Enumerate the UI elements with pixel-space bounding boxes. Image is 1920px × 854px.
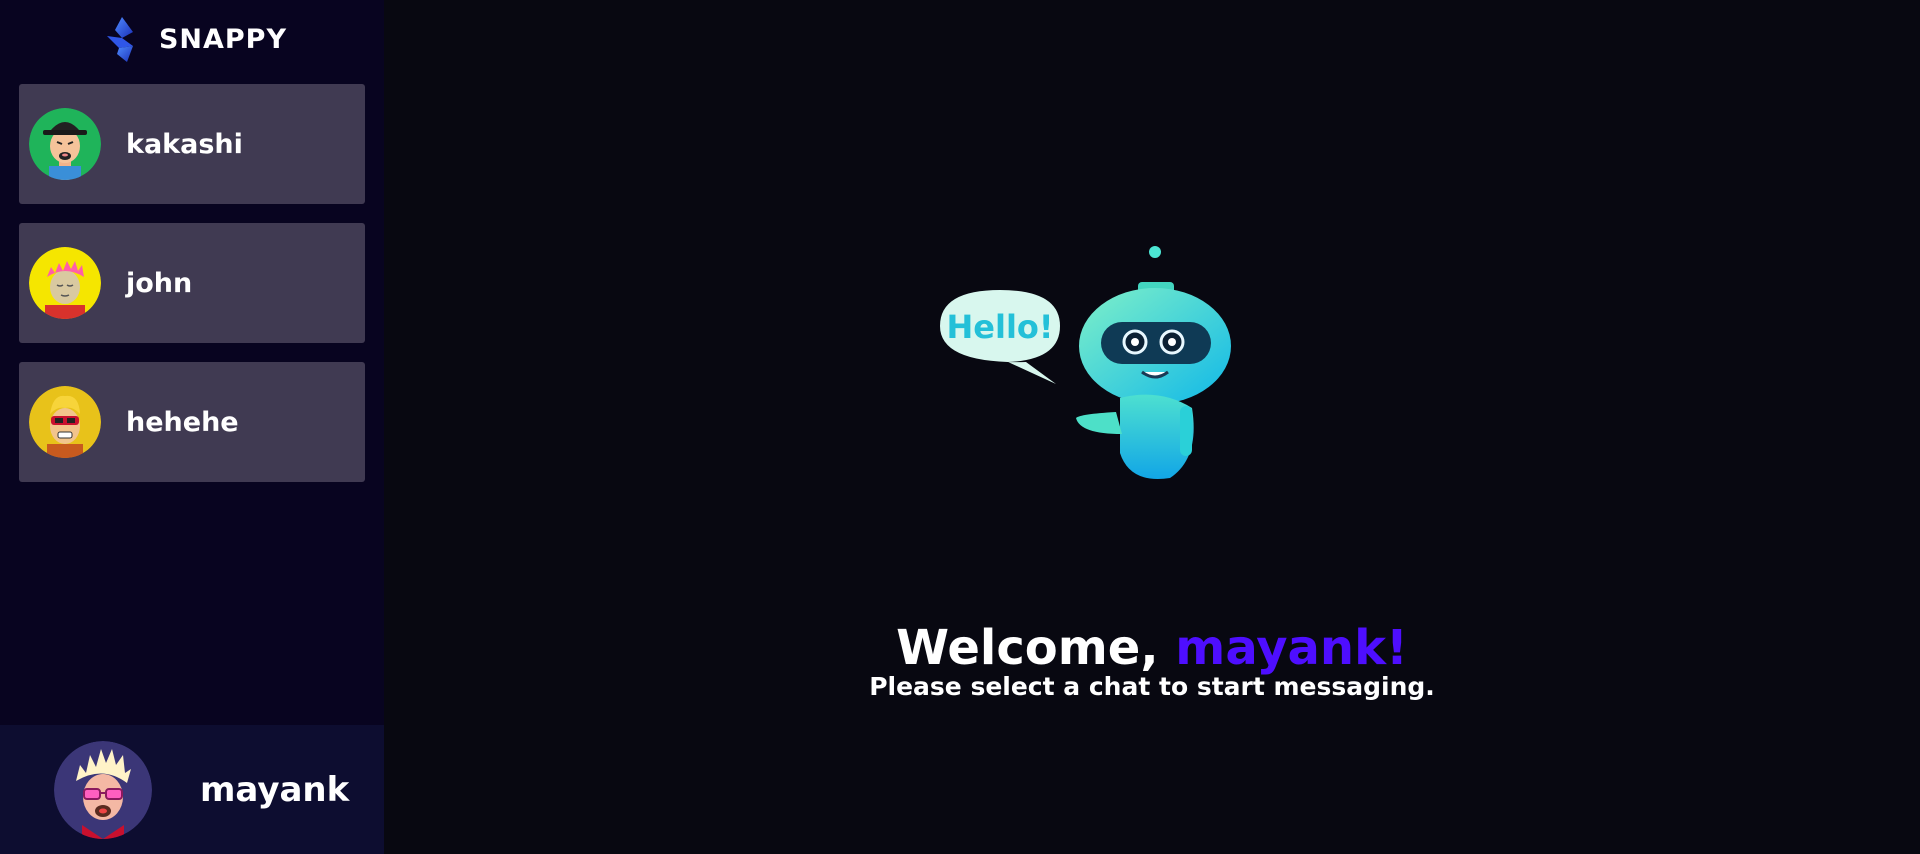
contact-item-hehehe[interactable]: hehehe [19,362,365,482]
contact-name: john [126,267,193,299]
contact-item-kakashi[interactable]: kakashi [19,84,365,204]
welcome-heading: Welcome, mayank! [384,618,1920,678]
snappy-logo-icon [106,17,133,62]
bubble-text: Hello! [947,308,1054,346]
contact-item-john[interactable]: john [19,223,365,343]
welcome-username: mayank! [1175,620,1408,676]
welcome-subtitle: Please select a chat to start messaging. [869,672,1435,701]
brand-name: SNAPPY [158,23,288,55]
brand: SNAPPY [0,0,384,78]
avatar-spiky-hair [54,740,152,839]
contact-name: hehehe [126,406,239,438]
sidebar: SNAPPY kakashi john hehehe mayank [0,0,384,854]
avatar-pink-hair [29,247,101,319]
welcome-panel: Hello! Welcome, mayank! Please select a … [384,0,1920,854]
avatar-green-hat [29,108,101,180]
current-user-panel: mayank [0,725,384,854]
contact-list: kakashi john hehehe [0,78,384,482]
contact-name: kakashi [126,128,243,160]
robot-illustration: Hello! [940,246,1231,479]
app-container: SNAPPY kakashi john hehehe mayank Hello!… [0,0,1920,854]
avatar-sunglasses [29,386,101,458]
welcome-prefix: Welcome, [896,620,1176,676]
current-user-name: mayank [200,769,350,810]
